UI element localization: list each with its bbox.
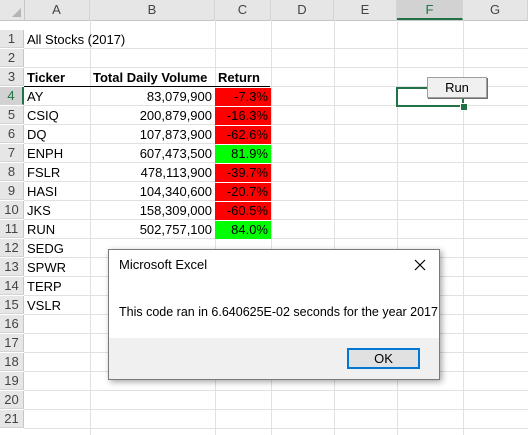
ticker-cell[interactable]: SEDG — [24, 240, 90, 258]
column-header-d[interactable]: D — [271, 0, 334, 20]
row-header-10[interactable]: 10 — [0, 201, 24, 219]
return-cell[interactable]: -62.6% — [215, 126, 271, 144]
ticker-cell[interactable]: SPWR — [24, 259, 90, 277]
row-header-13[interactable]: 13 — [0, 258, 24, 276]
volume-cell[interactable]: 478,113,900 — [90, 164, 215, 182]
grid-line — [24, 390, 528, 391]
column-header-e[interactable]: E — [334, 0, 397, 20]
return-cell[interactable]: -39.7% — [215, 164, 271, 182]
row-header-16[interactable]: 16 — [0, 315, 24, 333]
run-button[interactable]: Run — [427, 77, 487, 98]
row-header-11[interactable]: 11 — [0, 220, 24, 238]
column-header-c[interactable]: C — [215, 0, 271, 20]
column-header-f[interactable]: F — [397, 0, 463, 20]
return-cell[interactable]: -60.5% — [215, 202, 271, 220]
row-header-8[interactable]: 8 — [0, 163, 24, 181]
sheet-title-cell[interactable]: All Stocks (2017) — [24, 31, 128, 49]
header-ticker[interactable]: Ticker — [24, 69, 90, 87]
return-cell[interactable]: -7.3% — [215, 88, 271, 106]
ticker-cell[interactable]: TERP — [24, 278, 90, 296]
ticker-cell[interactable]: AY — [24, 88, 90, 106]
ticker-cell[interactable]: CSIQ — [24, 107, 90, 125]
row-header-17[interactable]: 17 — [0, 334, 24, 352]
dialog-footer: OK — [109, 338, 439, 379]
volume-cell[interactable]: 104,340,600 — [90, 183, 215, 201]
row-header-21[interactable]: 21 — [0, 410, 24, 428]
row-header-7[interactable]: 7 — [0, 144, 24, 162]
ticker-cell[interactable]: HASI — [24, 183, 90, 201]
column-header-b[interactable]: B — [90, 0, 215, 20]
header-return[interactable]: Return — [215, 69, 271, 87]
dialog-title: Microsoft Excel — [119, 257, 208, 272]
ticker-cell[interactable]: RUN — [24, 221, 90, 239]
row-header-9[interactable]: 9 — [0, 182, 24, 200]
volume-cell[interactable]: 607,473,500 — [90, 145, 215, 163]
row-header-15[interactable]: 15 — [0, 296, 24, 314]
volume-cell[interactable]: 107,873,900 — [90, 126, 215, 144]
column-header-a[interactable]: A — [24, 0, 90, 20]
return-cell[interactable]: 81.9% — [215, 145, 271, 163]
row-header-3[interactable]: 3 — [0, 68, 24, 86]
volume-cell[interactable]: 502,757,100 — [90, 221, 215, 239]
column-header-row: A B C D E F G — [0, 0, 528, 21]
grid-line — [24, 428, 528, 429]
ticker-cell[interactable]: FSLR — [24, 164, 90, 182]
row-header-5[interactable]: 5 — [0, 106, 24, 124]
row-header-6[interactable]: 6 — [0, 125, 24, 143]
row-header-20[interactable]: 20 — [0, 391, 24, 409]
close-icon[interactable] — [409, 254, 431, 276]
ticker-cell[interactable]: DQ — [24, 126, 90, 144]
row-header-4[interactable]: 4 — [0, 87, 24, 105]
column-header-g[interactable]: G — [463, 0, 528, 20]
ticker-cell[interactable]: JKS — [24, 202, 90, 220]
volume-cell[interactable]: 83,079,900 — [90, 88, 215, 106]
grid-line — [24, 67, 528, 68]
spreadsheet-grid: A B C D E F G 1 2 3 4 5 6 7 8 9 10 11 12 13 14 15 16 17 1… — [0, 0, 528, 435]
header-volume[interactable]: Total Daily Volume — [90, 69, 215, 87]
grid-line — [24, 409, 528, 410]
message-dialog: Microsoft Excel This code ran in 6.64062… — [108, 249, 440, 380]
fill-handle[interactable] — [460, 103, 468, 111]
row-header-18[interactable]: 18 — [0, 353, 24, 371]
row-header-2[interactable]: 2 — [0, 49, 24, 67]
header-border — [24, 86, 270, 87]
return-cell[interactable]: -16.3% — [215, 107, 271, 125]
select-all-corner[interactable] — [0, 0, 25, 20]
ticker-cell[interactable]: VSLR — [24, 297, 90, 315]
return-cell[interactable]: 84.0% — [215, 221, 271, 239]
volume-cell[interactable]: 200,879,900 — [90, 107, 215, 125]
row-header-12[interactable]: 12 — [0, 239, 24, 257]
ticker-cell[interactable]: ENPH — [24, 145, 90, 163]
row-header-19[interactable]: 19 — [0, 372, 24, 390]
row-header-14[interactable]: 14 — [0, 277, 24, 295]
row-header-1[interactable]: 1 — [0, 30, 24, 48]
ok-button[interactable]: OK — [347, 348, 420, 369]
volume-cell[interactable]: 158,309,000 — [90, 202, 215, 220]
return-cell[interactable]: -20.7% — [215, 183, 271, 201]
dialog-message: This code ran in 6.640625E-02 seconds fo… — [119, 305, 438, 319]
